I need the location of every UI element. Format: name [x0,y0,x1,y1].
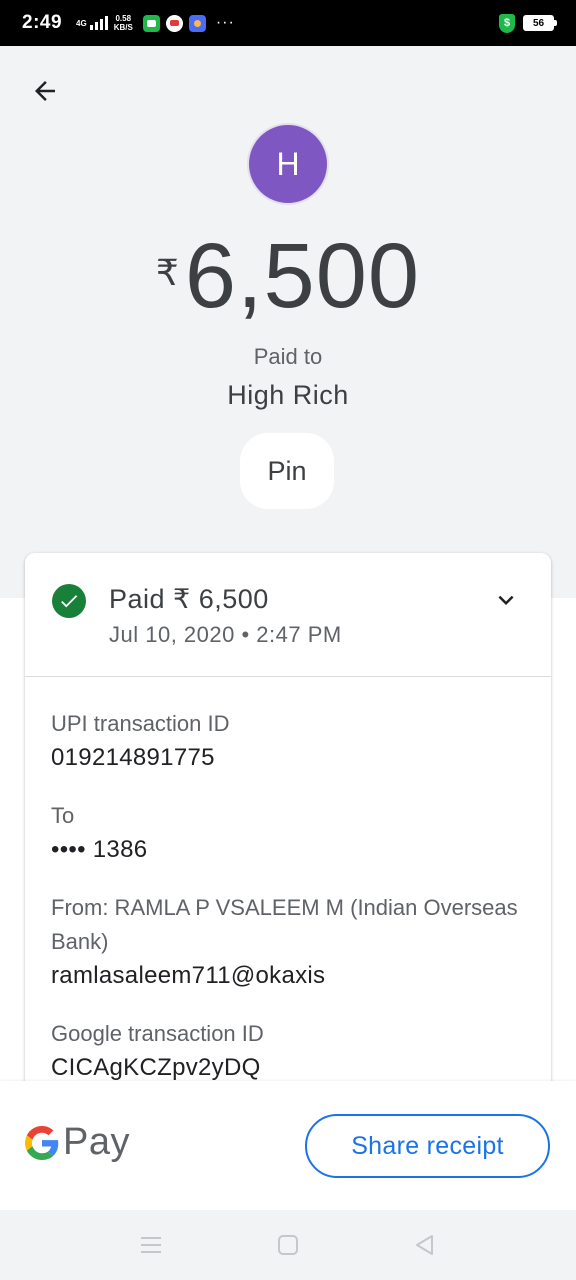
payment-header: H ₹ 6,500 Paid to High Rich Pin [0,46,576,598]
payment-date: Jul 10, 2020 • 2:47 PM [109,622,342,647]
nav-menu-icon [141,1237,161,1253]
nav-home-icon [278,1235,298,1255]
pin-button[interactable]: Pin [240,433,334,509]
bottom-action-bar: Pay Share receipt [0,1081,576,1210]
app-notification-icon [188,14,206,32]
chevron-down-icon [498,595,514,605]
back-button[interactable] [22,68,68,114]
detail-value: ramlasaleem711@okaxis [51,962,326,989]
google-g-icon [25,1125,59,1160]
nav-back-button[interactable] [411,1232,437,1258]
currency-symbol: ₹ [155,252,179,293]
more-notifications-icon: ··· [215,14,235,31]
status-bar: 2:49 4G 0.58 KB/S ··· $ 56 [0,0,576,46]
check-circle-icon [52,584,86,618]
detail-google-id: Google transaction ID CICAgKCZpv2yDQ [51,1017,525,1085]
payee-avatar: H [247,123,329,205]
detail-value[interactable]: CICAgKCZpv2yDQ [51,1051,525,1085]
share-receipt-button[interactable]: Share receipt [305,1114,550,1178]
transaction-details-card: Paid ₹ 6,500 Jul 10, 2020 • 2:47 PM UPI … [25,553,551,1113]
speed-unit: KB/S [113,23,133,32]
network-indicator: 4G [76,16,108,30]
back-arrow-icon [35,81,55,101]
signal-icon [89,16,108,30]
payment-status: Paid ₹ 6,500 [109,584,269,614]
status-right: $ 56 [499,13,557,33]
detail-label: To [51,803,75,828]
detail-to: To •••• 1386 [51,799,525,867]
youtube-icon [165,14,183,32]
system-nav-bar [0,1210,576,1280]
messages-icon [142,14,160,32]
detail-upi-id: UPI transaction ID 019214891775 [51,707,525,775]
detail-label: UPI transaction ID [51,711,230,736]
gpay-text: Pay [63,1121,130,1163]
payment-amount: ₹ 6,500 [0,224,576,328]
detail-label: From: RAMLA P VSALEEM M (Indian Overseas… [51,895,518,954]
network-type: 4G [76,18,87,28]
nav-back-icon [416,1235,433,1255]
security-shield-icon: $ [499,13,515,33]
amount-value: 6,500 [184,225,421,327]
expand-button[interactable] [489,583,523,617]
payee-name: High Rich [227,380,349,410]
detail-value: •••• 1386 [51,836,148,863]
nav-menu-button[interactable] [138,1232,164,1258]
detail-from: From: RAMLA P VSALEEM M (Indian Overseas… [51,891,525,993]
gpay-logo: Pay [25,1121,130,1164]
notification-icons: ··· [142,14,235,32]
detail-label: Google transaction ID [51,1021,264,1046]
network-speed: 0.58 KB/S [114,14,133,32]
paid-to-label: Paid to [253,344,323,369]
speed-value: 0.58 [115,14,132,23]
transaction-details: UPI transaction ID 019214891775 To •••• … [25,677,551,1085]
nav-home-button[interactable] [275,1232,301,1258]
status-time: 2:49 [22,12,63,33]
detail-value[interactable]: 019214891775 [51,741,525,775]
transaction-summary[interactable]: Paid ₹ 6,500 Jul 10, 2020 • 2:47 PM [25,553,551,677]
battery-icon: 56 [523,15,557,31]
